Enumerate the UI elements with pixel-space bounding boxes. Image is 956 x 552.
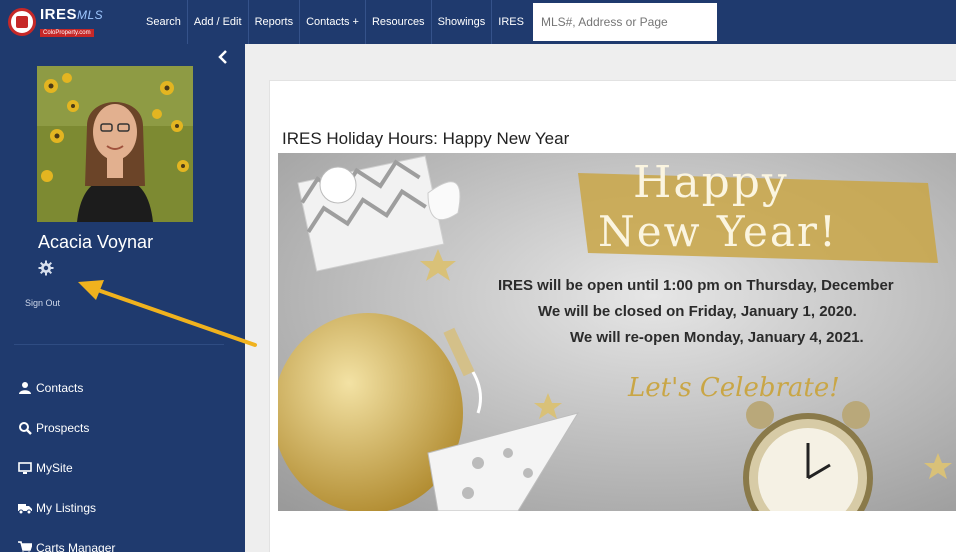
search-icon [19, 422, 32, 435]
user-icon [19, 382, 31, 394]
nav-showings[interactable]: Showings [430, 0, 492, 44]
news-card: IRES Holiday Hours: Happy New Year Happy… [269, 80, 956, 552]
logo-mls: MLS [77, 7, 104, 22]
cart-icon [18, 541, 32, 552]
monitor-icon [18, 462, 32, 474]
holiday-banner: Happy New Year! IRES will be open until … [278, 153, 956, 511]
sidebar-item-prospects[interactable]: Prospects [18, 408, 115, 448]
user-name: Acacia Voynar [38, 232, 154, 252]
banner-headline-1: Happy [633, 157, 789, 208]
logo-text: IRES [40, 5, 78, 23]
nav-reports[interactable]: Reports [247, 0, 300, 44]
sidebar-item-label: My Listings [36, 501, 97, 515]
sidebar-item-label: Contacts [36, 381, 84, 395]
sign-out-link[interactable]: Sign Out [25, 298, 60, 308]
sidebar-divider [14, 344, 224, 345]
sidebar-item-label: Carts Manager [36, 541, 116, 552]
nav-add-edit[interactable]: Add / Edit [186, 0, 248, 44]
sidebar-item-contacts[interactable]: Contacts [18, 368, 115, 408]
ires-logo[interactable]: IRESMLS ColoProperty.com [0, 0, 140, 44]
banner-line-3: We will re-open Monday, January 4, 2021. [570, 329, 864, 346]
top-navbar: IRESMLS ColoProperty.com Search Add / Ed… [0, 0, 956, 44]
main-content: IRES Holiday Hours: Happy New Year Happy… [245, 44, 956, 552]
nav-resources[interactable]: Resources [364, 0, 431, 44]
sidebar-menu: Contacts Prospects MySite My Listings Ca… [18, 368, 115, 552]
sidebar-item-carts-manager[interactable]: Carts Manager [18, 528, 115, 552]
nav-search[interactable]: Search [140, 0, 187, 44]
post-title: IRES Holiday Hours: Happy New Year [282, 129, 570, 148]
sidebar-item-label: MySite [36, 461, 73, 475]
nav-contacts[interactable]: Contacts + [299, 0, 365, 44]
banner-line-1: IRES will be open until 1:00 pm on Thurs… [498, 277, 894, 294]
banner-line-2: We will be closed on Friday, January 1, … [538, 303, 857, 320]
logo-subtext: ColoProperty.com [40, 28, 94, 37]
chevron-left-icon[interactable] [218, 50, 228, 69]
sidebar-item-my-listings[interactable]: My Listings [18, 488, 115, 528]
nav-ires[interactable]: IRES [491, 0, 530, 44]
avatar [37, 66, 193, 222]
sidebar-item-label: Prospects [36, 421, 90, 435]
truck-icon [18, 504, 32, 515]
logo-badge-icon [8, 8, 36, 36]
mls-search-input[interactable] [532, 3, 717, 41]
banner-headline-2: New Year! [598, 207, 838, 256]
gear-icon[interactable] [38, 260, 54, 276]
sidebar: Acacia Voynar Sign Out Contacts Prospect… [0, 44, 245, 552]
nav-menu: Search Add / Edit Reports Contacts + Res… [140, 0, 530, 44]
banner-tagline: Let's Celebrate! [628, 373, 840, 403]
sidebar-item-mysite[interactable]: MySite [18, 448, 115, 488]
